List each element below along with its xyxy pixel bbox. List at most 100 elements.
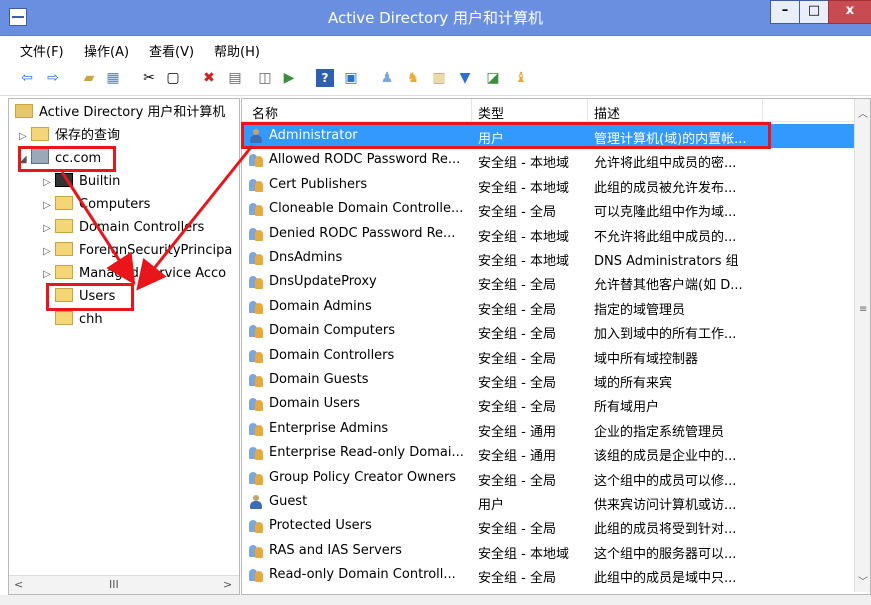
table-row[interactable]: Domain Controllers 安全组 - 全局 域中所有域控制器	[242, 344, 854, 368]
row-type: 安全组 - 本地域	[478, 254, 569, 269]
filter-icon[interactable]: ▼	[456, 69, 474, 87]
scroll-thumb-grip[interactable]: ≡	[859, 304, 867, 315]
tree-item-label: Managed Service Acco	[79, 266, 227, 281]
tree-item-chh[interactable]: chh	[55, 309, 103, 331]
tree-item-label: 保存的查询	[55, 128, 121, 143]
folder-icon	[55, 288, 73, 302]
back-icon[interactable]: ⇦	[18, 69, 36, 87]
row-description: 此组中的成员是域中只...	[594, 571, 737, 587]
tree-item-domain-controllers[interactable]: ▷ Domain Controllers	[43, 217, 204, 239]
scroll-left-icon[interactable]: <	[14, 578, 23, 591]
export-list-icon[interactable]: ▶	[280, 69, 298, 87]
cut-icon[interactable]: ✂	[140, 69, 158, 87]
scroll-down-icon[interactable]: ﹀	[858, 573, 868, 588]
table-row[interactable]: Protected Users 安全组 - 全局 此组的成员将受到针对...	[242, 514, 854, 538]
tree-item-foreign-security[interactable]: ▷ ForeignSecurityPrincipa	[43, 240, 232, 262]
collapse-icon[interactable]: ◢	[19, 149, 31, 171]
table-row[interactable]: Administrator 用户 管理计算机(域)的内置帐...	[242, 124, 854, 148]
scroll-up-icon[interactable]: ︿	[858, 105, 868, 120]
menu-view[interactable]: 查看(V)	[149, 41, 194, 60]
table-row[interactable]: DnsUpdateProxy 安全组 - 全局 允许替其他客户端(如 D...	[242, 270, 854, 294]
group-icon	[248, 470, 264, 486]
row-type: 安全组 - 全局	[478, 351, 556, 367]
add-to-group-icon[interactable]: ♝	[512, 69, 530, 87]
row-name: Domain Admins	[269, 298, 372, 314]
row-description: 这个组中的成员可以修...	[594, 473, 737, 489]
tree-item-label: Computers	[79, 197, 151, 212]
list-vertical-scrollbar[interactable]: ︿ ≡ ﹀	[854, 99, 870, 592]
tree-item-domain[interactable]: ◢ cc.com	[19, 148, 101, 170]
expand-icon[interactable]: ▷	[43, 218, 55, 240]
group-icon	[248, 348, 264, 364]
expand-icon[interactable]: ▷	[19, 126, 31, 148]
row-description: 此组的成员被允许发布...	[594, 180, 737, 196]
table-row[interactable]: Guest 用户 供来宾访问计算机或访...	[242, 490, 854, 514]
scroll-thumb-grip[interactable]: III	[109, 578, 119, 591]
new-ou-icon[interactable]: ▥	[430, 69, 448, 87]
tree-item-builtin[interactable]: ▷ Builtin	[43, 171, 120, 193]
tree-horizontal-scrollbar[interactable]: < III >	[9, 575, 239, 594]
row-type: 安全组 - 全局	[478, 400, 556, 416]
group-icon	[248, 250, 264, 266]
new-user-icon[interactable]: ♟	[378, 69, 396, 87]
expand-icon[interactable]: ▷	[43, 264, 55, 286]
row-name: Group Policy Creator Owners	[269, 469, 457, 485]
folder-up-icon[interactable]: ▰	[80, 69, 98, 87]
table-row[interactable]: Group Policy Creator Owners 安全组 - 全局 这个组中的…	[242, 466, 854, 490]
new-group-icon[interactable]: ♞	[404, 69, 422, 87]
scroll-right-icon[interactable]: >	[223, 578, 232, 591]
expand-icon[interactable]: ▷	[43, 195, 55, 217]
tree-root[interactable]: Active Directory 用户和计算机	[15, 102, 225, 124]
tree-item-managed-service[interactable]: ▷ Managed Service Acco	[43, 263, 226, 285]
table-row[interactable]: Domain Admins 安全组 - 全局 指定的域管理员	[242, 295, 854, 319]
table-row[interactable]: Domain Guests 安全组 - 全局 域的所有来宾	[242, 368, 854, 392]
menu-bar: 文件(F) 操作(A) 查看(V) 帮助(H)	[0, 36, 871, 60]
group-icon	[248, 421, 264, 437]
table-row[interactable]: Enterprise Read-only Domai... 安全组 - 通用 该组的…	[242, 441, 854, 465]
table-row[interactable]: DnsAdmins 安全组 - 本地域 DNS Administrators 组	[242, 246, 854, 270]
table-row[interactable]: Domain Users 安全组 - 全局 所有域用户	[242, 392, 854, 416]
table-row[interactable]: Denied RODC Password Re... 安全组 - 本地域 不允许将此…	[242, 222, 854, 246]
tree-item-users[interactable]: Users	[55, 286, 115, 308]
tree-item-saved-queries[interactable]: ▷ 保存的查询	[19, 125, 120, 147]
group-icon	[248, 201, 264, 217]
tree-item-computers[interactable]: ▷ Computers	[43, 194, 150, 216]
group-icon	[248, 226, 264, 242]
console-icon[interactable]: ▣	[342, 69, 360, 87]
delete-icon[interactable]: ✖	[200, 69, 218, 87]
refresh-icon[interactable]: ◫	[256, 69, 274, 87]
row-name: Cert Publishers	[269, 176, 368, 192]
row-description: DNS Administrators 组	[594, 254, 739, 269]
close-button[interactable]: x	[828, 0, 871, 24]
properties-icon[interactable]: ▤	[226, 69, 244, 87]
tree-item-label: Builtin	[79, 174, 121, 189]
column-header-type[interactable]: 类型	[478, 103, 504, 122]
table-row[interactable]: Read-only Domain Controll... 安全组 - 全局 此组中的…	[242, 563, 854, 587]
expand-icon[interactable]: ▷	[43, 172, 55, 194]
column-header-description[interactable]: 描述	[594, 103, 620, 122]
forward-icon[interactable]: ⇨	[44, 69, 62, 87]
table-row[interactable]: Enterprise Admins 安全组 - 通用 企业的指定系统管理员	[242, 417, 854, 441]
column-header-name[interactable]: 名称	[252, 103, 278, 122]
table-row[interactable]: Allowed RODC Password Re... 安全组 - 本地域 允许将此…	[242, 148, 854, 172]
domain-icon	[31, 148, 49, 164]
table-row[interactable]: Domain Computers 安全组 - 全局 加入到域中的所有工作...	[242, 319, 854, 343]
copy-icon[interactable]: ▢	[164, 69, 182, 87]
minimize-button[interactable]: –	[770, 0, 800, 24]
row-type: 安全组 - 全局	[478, 302, 556, 318]
group-icon	[248, 518, 264, 534]
user-icon	[248, 494, 264, 510]
maximize-button[interactable]: □	[799, 0, 829, 24]
menu-help[interactable]: 帮助(H)	[214, 41, 260, 60]
help-icon[interactable]: ?	[316, 69, 334, 87]
table-row[interactable]: Cloneable Domain Controlle... 安全组 - 全局 可以克…	[242, 197, 854, 221]
show-console-tree-icon[interactable]: ▦	[104, 69, 122, 87]
find-icon[interactable]: ◪	[484, 69, 502, 87]
table-row[interactable]: Cert Publishers 安全组 - 本地域 此组的成员被允许发布...	[242, 173, 854, 197]
table-row[interactable]: RAS and IAS Servers 安全组 - 本地域 这个组中的服务器可以..…	[242, 539, 854, 563]
menu-action[interactable]: 操作(A)	[84, 41, 129, 60]
folder-icon	[55, 173, 73, 187]
menu-file[interactable]: 文件(F)	[20, 41, 64, 60]
expand-icon[interactable]: ▷	[43, 241, 55, 263]
folder-icon	[31, 127, 49, 141]
